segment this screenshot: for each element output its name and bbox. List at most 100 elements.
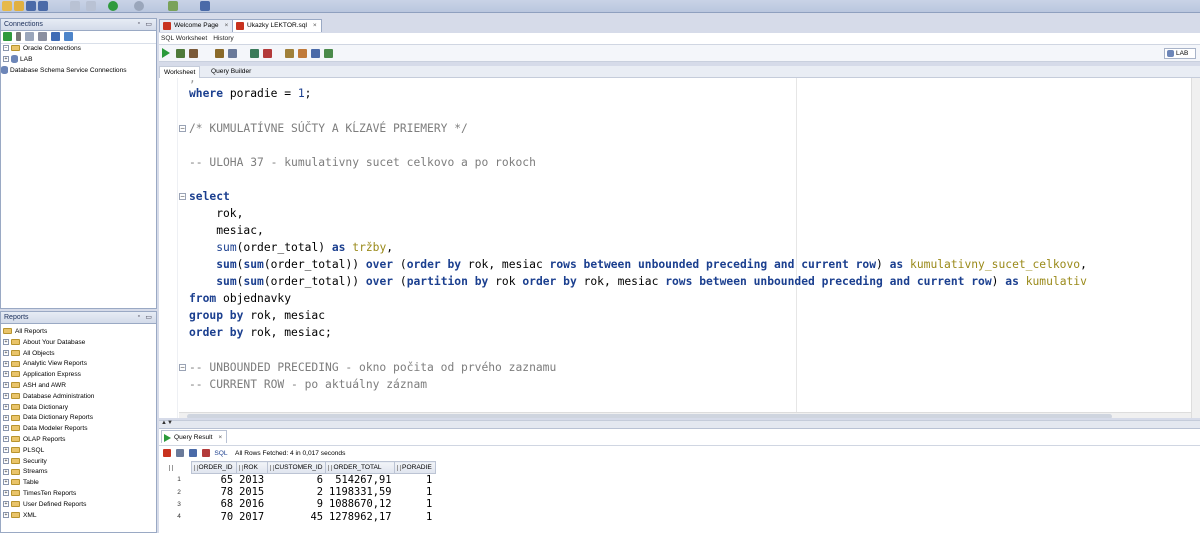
report-item[interactable]: + Table — [1, 478, 156, 489]
tab-query-result[interactable]: Query Result × — [161, 430, 228, 443]
filter-icon[interactable] — [37, 32, 47, 41]
save-all-icon[interactable] — [38, 1, 48, 11]
forward-icon[interactable] — [134, 1, 144, 11]
cell-order-id[interactable]: 70 — [191, 511, 236, 523]
column-header-poradie[interactable]: PORADIE — [394, 461, 436, 474]
tab-worksheet[interactable]: Worksheet — [159, 66, 201, 78]
eraser-icon[interactable] — [298, 49, 307, 58]
table-row[interactable]: 2 78 2015 2 1198331,59 1 — [167, 486, 435, 498]
expand-icon[interactable]: + — [3, 403, 9, 410]
report-item[interactable]: + XML — [1, 511, 156, 522]
splitter-arrows-icon[interactable]: ▲▼ — [161, 420, 173, 426]
sql-history-icon[interactable] — [324, 49, 333, 58]
run-menu-icon[interactable] — [168, 1, 178, 11]
tree-item-lab[interactable]: + LAB — [1, 55, 156, 66]
cell-order-total[interactable]: 1198331,59 — [326, 486, 395, 498]
expand-icon[interactable]: + — [3, 382, 9, 389]
format-icon[interactable] — [311, 49, 320, 58]
expand-icon[interactable]: + — [3, 468, 9, 475]
expand-icon[interactable]: + — [3, 425, 9, 432]
collapse-icon[interactable]: − — [3, 45, 9, 52]
explain-plan-icon[interactable] — [215, 49, 224, 58]
fold-toggle-icon[interactable]: − — [179, 193, 186, 200]
tab-history[interactable]: History — [213, 35, 234, 42]
cell-order-total[interactable]: 514267,91 — [326, 474, 395, 486]
cell-poradie[interactable]: 1 — [395, 474, 436, 486]
back-icon[interactable] — [108, 1, 118, 11]
expand-icon[interactable]: + — [3, 447, 9, 454]
result-grid[interactable]: ORDER_ID ROK CUSTOMER_ID ORDER_TOTAL POR… — [167, 461, 436, 523]
cell-customer-id[interactable]: 6 — [267, 474, 326, 486]
pin-icon[interactable] — [163, 449, 171, 457]
connection-props-icon[interactable] — [63, 32, 73, 41]
close-icon[interactable]: × — [224, 22, 228, 29]
horizontal-scrollbar[interactable] — [179, 412, 1191, 418]
expand-icon[interactable]: + — [3, 360, 9, 367]
cell-poradie[interactable]: 1 — [395, 486, 436, 498]
new-file-icon[interactable] — [2, 1, 12, 11]
column-header-order-id[interactable]: ORDER_ID — [190, 461, 237, 474]
expand-icon[interactable]: + — [3, 414, 9, 421]
column-header-order-total[interactable]: ORDER_TOTAL — [325, 461, 396, 474]
cell-poradie[interactable]: 1 — [395, 511, 436, 523]
sql-editor[interactable]: ; where poradie = 1; − /* KUMULATÍVNE SÚ… — [159, 78, 1200, 418]
connection-selector[interactable]: LAB — [1164, 48, 1196, 59]
expand-icon[interactable]: + — [3, 371, 9, 378]
report-item[interactable]: + Data Dictionary — [1, 403, 156, 414]
cell-rok[interactable]: 2017 — [236, 511, 267, 523]
tab-query-builder[interactable]: Query Builder — [207, 66, 255, 78]
run-script-icon[interactable] — [176, 49, 185, 58]
save-icon[interactable] — [26, 1, 36, 11]
cell-rok[interactable]: 2016 — [236, 498, 267, 510]
commit-icon[interactable] — [250, 49, 259, 58]
tree-item-schema-service[interactable]: Database Schema Service Connections — [1, 65, 156, 77]
tree-item-oracle-connections[interactable]: − Oracle Connections — [1, 44, 156, 55]
report-item[interactable]: + Database Administration — [1, 392, 156, 403]
report-item[interactable]: + OLAP Reports — [1, 435, 156, 446]
open-folder-icon[interactable] — [14, 1, 24, 11]
cell-rok[interactable]: 2015 — [236, 486, 267, 498]
cell-order-total[interactable]: 1088670,12 — [326, 498, 395, 510]
panel-splitter[interactable]: ▲▼ — [159, 420, 1200, 428]
tab-welcome-page[interactable]: Welcome Page × — [159, 19, 234, 32]
report-item[interactable]: + Application Express — [1, 370, 156, 381]
close-icon[interactable]: × — [218, 434, 222, 441]
report-item-all-reports[interactable]: All Reports — [1, 327, 156, 338]
fold-toggle-icon[interactable]: − — [179, 364, 186, 371]
sql-tuning-icon[interactable] — [228, 49, 237, 58]
expand-icon[interactable]: + — [3, 436, 9, 443]
report-item[interactable]: + Analytic View Reports — [1, 359, 156, 370]
maximize-icon[interactable]: ▭ — [145, 313, 152, 321]
unshared-sql-icon[interactable] — [285, 49, 294, 58]
print-icon[interactable] — [175, 449, 184, 457]
report-item[interactable]: + All Objects — [1, 349, 156, 360]
add-connection-icon[interactable] — [3, 32, 12, 41]
expand-icon[interactable]: + — [3, 490, 9, 497]
close-icon[interactable]: × — [313, 22, 317, 29]
cell-order-id[interactable]: 68 — [191, 498, 236, 510]
cell-poradie[interactable]: 1 — [395, 498, 436, 510]
table-row[interactable]: 1 65 2013 6 514267,91 1 — [167, 474, 436, 486]
report-item[interactable]: + PLSQL — [1, 446, 156, 457]
minimize-icon[interactable]: ▫ — [138, 313, 140, 320]
report-item[interactable]: + ASH and AWR — [1, 381, 156, 392]
expand-icon[interactable]: + — [3, 56, 9, 63]
export-icon[interactable] — [201, 449, 210, 457]
scrollbar-thumb[interactable] — [187, 414, 1112, 418]
autotrace-icon[interactable] — [189, 49, 198, 58]
redo-icon[interactable] — [86, 1, 96, 11]
vertical-scrollbar[interactable] — [1191, 78, 1200, 418]
report-item[interactable]: + TimesTen Reports — [1, 489, 156, 500]
cell-order-id[interactable]: 78 — [191, 486, 236, 498]
column-header-rok[interactable]: ROK — [235, 461, 268, 474]
table-row[interactable]: 3 68 2016 9 1088670,12 1 — [167, 498, 435, 510]
expand-icon[interactable]: + — [3, 511, 9, 518]
rollback-icon[interactable] — [263, 49, 272, 58]
refresh-icon[interactable] — [188, 449, 197, 457]
run-statement-icon[interactable] — [162, 48, 170, 58]
report-item[interactable]: + Data Modeler Reports — [1, 424, 156, 435]
sql-link[interactable]: SQL — [214, 450, 227, 457]
table-row[interactable]: 4 70 2017 45 1278962,17 1 — [167, 511, 435, 523]
column-header-customer-id[interactable]: CUSTOMER_ID — [266, 461, 327, 474]
cell-customer-id[interactable]: 9 — [267, 498, 326, 510]
